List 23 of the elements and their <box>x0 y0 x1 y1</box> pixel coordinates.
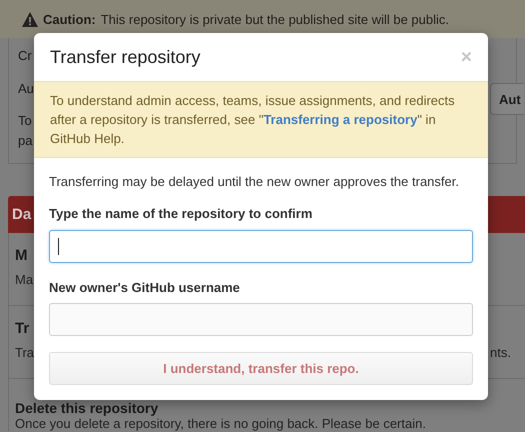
danger-item-description: Ma <box>15 272 34 288</box>
option-text: pa <box>18 133 32 148</box>
caution-label: Caution: <box>43 12 96 26</box>
dialog-message: Transferring may be delayed until the new owner approves the transfer. <box>49 174 460 190</box>
help-link[interactable]: Transferring a repository <box>263 112 418 127</box>
danger-item-title: M <box>15 248 28 264</box>
warning-icon <box>22 12 38 26</box>
input-field[interactable] <box>49 303 473 336</box>
caution-text: This repository is private but the published site will be public. <box>100 12 450 26</box>
danger-item-description: Tra <box>15 345 34 361</box>
option-text: Au <box>18 81 34 96</box>
notice-text: To understand admin access, teams, issue assignments, and redirects after a repository is transferred, see "Transferring a repository" in GitHub Help. <box>34 82 488 158</box>
danger-item-description: Once you delete a repository, there is no going back. Please be certain. <box>15 416 426 431</box>
danger-item-title: Delete this repository <box>15 401 158 415</box>
input-field[interactable] <box>49 230 473 263</box>
dialog-title: Transfer repository <box>50 46 200 68</box>
danger-item-description: nts. <box>490 345 511 361</box>
field-label: New owner's GitHub username <box>49 280 241 296</box>
option-text: Cr <box>18 48 32 63</box>
danger-item-title: Tr <box>15 321 30 337</box>
side-button[interactable]: Aut <box>490 83 524 115</box>
field-label: Type the name of the repository to confirm <box>49 206 314 222</box>
option-text: To <box>18 113 32 128</box>
